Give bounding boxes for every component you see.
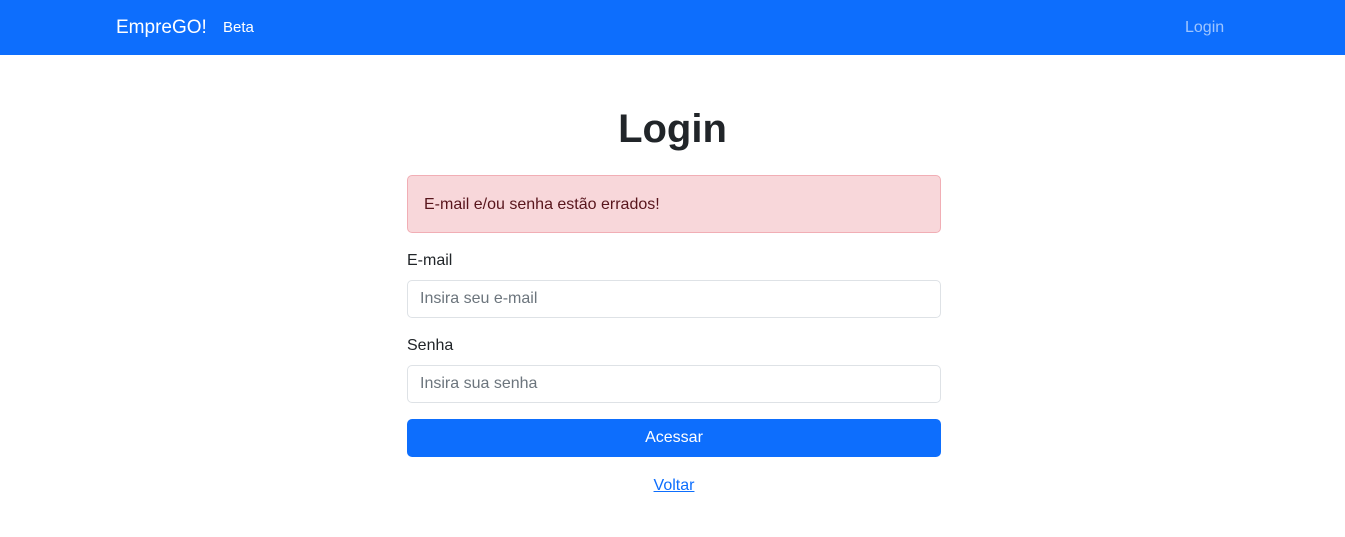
error-alert: E-mail e/ou senha estão errados! — [407, 175, 941, 233]
nav-item-beta[interactable]: Beta — [223, 18, 254, 38]
error-alert-message: E-mail e/ou senha estão errados! — [424, 196, 660, 213]
login-form: E-mail e/ou senha estão errados! E-mail … — [407, 175, 941, 496]
top-navbar: EmpreGO! Beta Login — [0, 0, 1345, 55]
email-label: E-mail — [407, 252, 453, 269]
password-label: Senha — [407, 337, 454, 354]
back-link[interactable]: Voltar — [654, 477, 695, 494]
submit-button[interactable]: Acessar — [407, 419, 941, 457]
email-field[interactable] — [407, 280, 941, 318]
page-title: Login — [618, 107, 727, 151]
back-link-row: Voltar — [407, 476, 941, 496]
password-field[interactable] — [407, 365, 941, 403]
nav-item-login[interactable]: Login — [1185, 18, 1224, 38]
brand-link[interactable]: EmpreGO! — [116, 16, 207, 40]
